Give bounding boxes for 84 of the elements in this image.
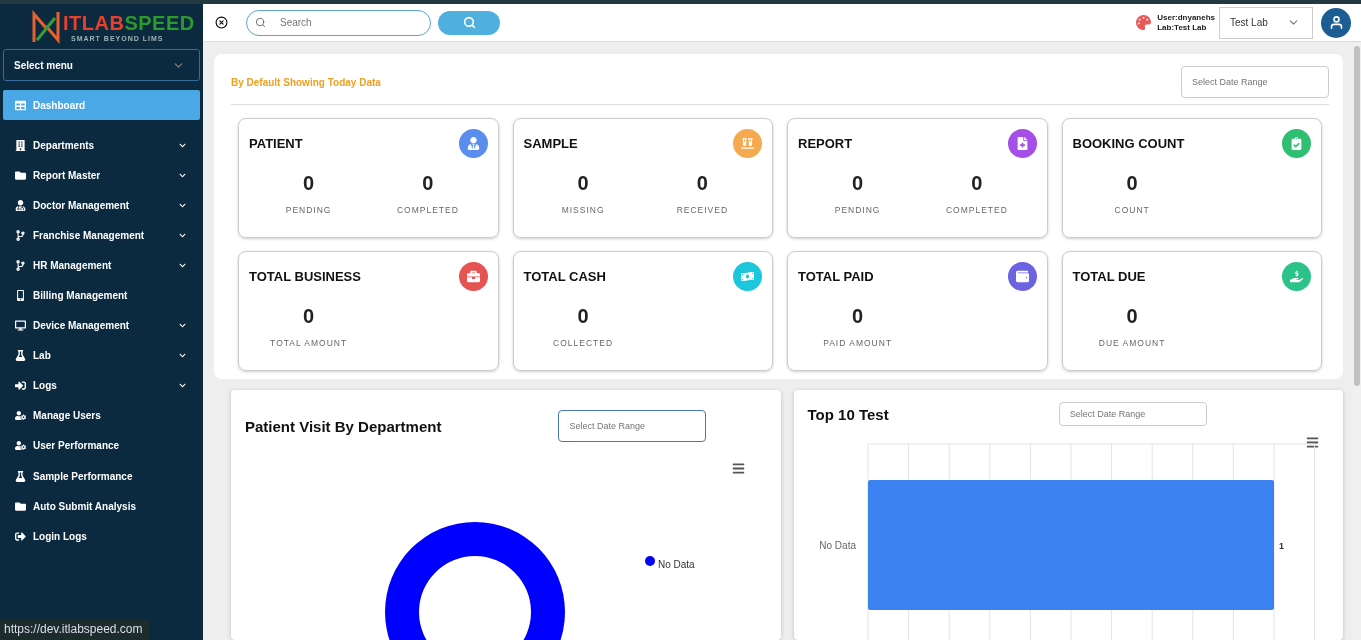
building-icon <box>15 139 26 151</box>
stat-value: 0 <box>1126 305 1138 328</box>
panel-title: Top 10 Test <box>807 405 889 423</box>
folder-icon <box>15 169 26 181</box>
sidebar-item[interactable]: Franchise Management <box>3 220 200 251</box>
stat-value: 0 <box>852 172 864 195</box>
stat-label: COMPLETED <box>945 205 1008 215</box>
sidebar-item[interactable]: Auto Submit Analysis <box>3 491 200 522</box>
sidebar-item[interactable]: Billing Management <box>3 280 200 311</box>
sidebar-item[interactable]: Login Logs <box>3 521 200 552</box>
legend-dot <box>645 556 655 566</box>
sidebar-item[interactable]: Departments <box>3 130 200 161</box>
date-range-field[interactable]: Select Date Range <box>558 410 707 442</box>
card-title: TOTAL CASH <box>523 269 606 284</box>
status-url: https://dev.itlabspeed.com <box>0 619 149 640</box>
stat-label: COMPLETED <box>396 205 459 215</box>
menu-icon[interactable] <box>731 462 745 475</box>
user-gear-icon <box>15 440 26 452</box>
sign-in-icon <box>15 380 26 392</box>
logo-mark-icon <box>31 10 61 44</box>
user-avatar[interactable] <box>1321 7 1351 38</box>
search-field[interactable]: Search <box>246 9 431 36</box>
bar-value-label: 1 <box>1278 541 1284 551</box>
stat-label: PENDING <box>285 205 332 215</box>
sidebar-item[interactable]: Report Master <box>3 160 200 191</box>
user-gear-icon <box>15 410 26 422</box>
sidebar-item[interactable]: User Performance <box>3 430 200 462</box>
stat-label: DUE AMOUNT <box>1098 338 1166 348</box>
stat-label: COUNT <box>1114 205 1150 215</box>
folder-icon <box>15 500 26 512</box>
search-icon <box>255 16 266 28</box>
default-data-note: By Default Showing Today Data <box>231 76 381 88</box>
stat-label: PAID AMOUNT <box>823 338 893 348</box>
brand-name: ITLABSPEED <box>63 12 195 33</box>
flask-icon <box>15 350 26 362</box>
monitor-icon <box>15 320 26 332</box>
user-name: User:dnyanehs <box>1157 12 1215 23</box>
phone-icon <box>15 290 26 301</box>
sidebar-item[interactable]: Manage Users <box>3 400 200 431</box>
stat-value: 0 <box>303 305 315 328</box>
date-range-field[interactable]: Select Date Range <box>1181 66 1329 98</box>
stat-label: MISSING <box>561 205 605 215</box>
sidebar-item[interactable]: Doctor Management <box>3 190 200 221</box>
person-icon <box>15 199 26 211</box>
card-title: PATIENT <box>249 136 303 151</box>
card-title: TOTAL DUE <box>1072 269 1146 284</box>
card-title: TOTAL PAID <box>798 269 874 284</box>
flask-icon <box>15 470 26 482</box>
stat-value: 0 <box>971 172 983 195</box>
category-label: No Data <box>818 540 856 551</box>
menu-icon[interactable] <box>1306 436 1319 449</box>
stat-label: COLLECTED <box>553 338 614 348</box>
select-menu-dropdown[interactable]: Select menu <box>3 49 200 81</box>
sidebar-item[interactable]: Logs <box>3 370 200 401</box>
lab-select[interactable]: Test Lab <box>1219 6 1313 39</box>
stat-value: 0 <box>577 305 589 328</box>
stat-label: PENDING <box>834 205 881 215</box>
search-icon <box>462 16 476 29</box>
legend-label: No Data <box>658 559 695 570</box>
branch-icon <box>15 259 26 271</box>
branch-icon <box>15 229 26 241</box>
sidebar-item[interactable]: Lab <box>3 340 200 371</box>
sign-out-icon <box>15 530 26 542</box>
table-icon <box>15 99 26 111</box>
lab-name: Lab:Test Lab <box>1157 22 1208 33</box>
card-title: SAMPLE <box>523 136 578 151</box>
stat-value: 0 <box>577 172 589 195</box>
sidebar-item[interactable]: HR Management <box>3 250 200 281</box>
sidebar-item[interactable]: Device Management <box>3 310 200 341</box>
palette-icon[interactable] <box>1136 15 1152 30</box>
sidebar-item[interactable]: Sample Performance <box>3 461 200 492</box>
stat-value: 0 <box>696 172 708 195</box>
card-title: TOTAL BUSINESS <box>249 269 361 284</box>
stat-label: TOTAL AMOUNT <box>270 338 348 348</box>
date-range-field[interactable]: Select Date Range <box>1058 402 1207 426</box>
stat-value: 0 <box>852 305 864 328</box>
stat-value: 0 <box>303 172 315 195</box>
panel-title: Patient Visit By Department <box>245 417 442 435</box>
stat-label: RECEIVED <box>676 205 729 215</box>
stat-value: 0 <box>1126 172 1138 195</box>
close-icon[interactable] <box>215 16 228 29</box>
card-title: REPORT <box>798 136 853 151</box>
stat-value: 0 <box>422 172 434 195</box>
card-title: BOOKING COUNT <box>1072 136 1185 151</box>
